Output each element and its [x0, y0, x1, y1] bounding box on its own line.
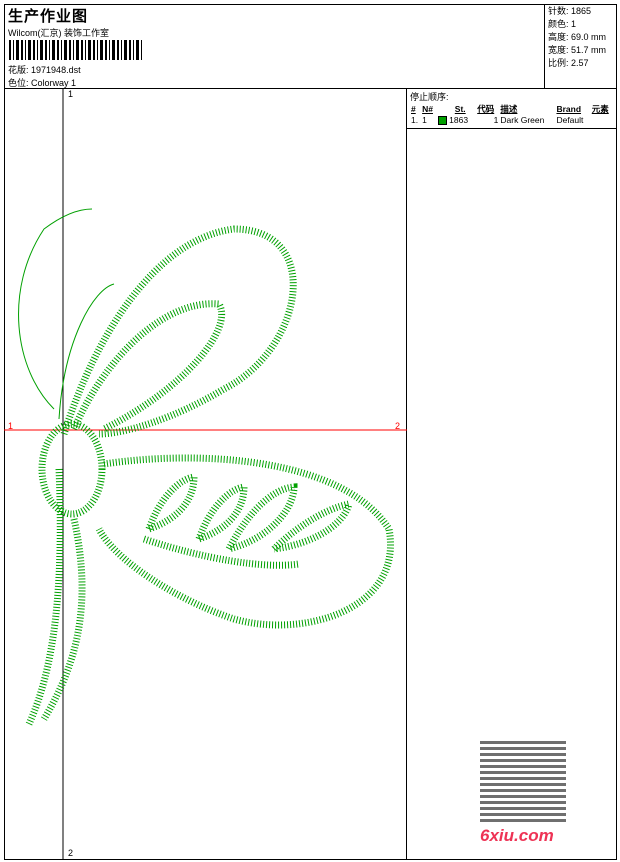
color-count: 颜色: 1 — [548, 19, 577, 29]
col-brand: Brand — [556, 104, 582, 114]
row-num: 1. — [411, 115, 419, 126]
col-code: 代码 — [477, 104, 495, 114]
stop-sequence: 停止顺序: # N# St. 代码 描述 Brand 元素 1. 1 1863 … — [407, 89, 617, 129]
embroidery-preview — [4, 89, 407, 860]
studio-name: Wilcom(汇京) 装饰工作室 — [8, 28, 109, 38]
page-title: 生产作业图 — [8, 8, 89, 25]
colorway-value: Colorway 1 — [31, 78, 77, 88]
design-scale: 比例: 2.57 — [548, 58, 589, 68]
col-num: # — [411, 104, 416, 114]
axis-label-left: 1 — [8, 421, 14, 431]
colorway: 色位: Colorway 1 — [8, 76, 76, 89]
header: 生产作业图 Wilcom(汇京) 装饰工作室 花版: 1971948.dst 色… — [4, 4, 617, 89]
design-label: 花版: — [8, 65, 29, 75]
col-desc: 描述 — [500, 104, 518, 114]
axis-label-bottom: 2 — [68, 848, 74, 858]
stop-sequence-table: # N# St. 代码 描述 Brand 元素 1. 1 1863 1 Dark… — [410, 103, 614, 126]
color-swatch — [437, 116, 447, 126]
axis-label-right: 2 — [395, 421, 401, 431]
row-code: 1 — [493, 115, 499, 126]
col-element: 元素 — [591, 104, 609, 114]
row-brand: Default — [556, 115, 584, 126]
barcode — [9, 40, 142, 60]
row-desc: Dark Green — [500, 115, 545, 126]
col-n: N# — [422, 104, 433, 114]
design-value: 1971948.dst — [31, 65, 81, 75]
design-canvas: 1 2 1 2 — [4, 89, 407, 860]
design-file: 花版: 1971948.dst — [8, 63, 81, 76]
stop-sequence-title: 停止顺序: — [410, 92, 449, 102]
row-st: 1863 — [437, 115, 476, 126]
design-width: 宽度: 51.7 mm — [548, 45, 607, 55]
axis-label-top: 1 — [68, 89, 74, 99]
row-element — [591, 115, 614, 125]
watermark-site: 6xiu.com — [480, 826, 554, 845]
watermark: 6xiu.com — [480, 738, 566, 846]
table-row: 1. 1 1863 1 Dark Green Default — [410, 115, 614, 126]
colorway-label: 色位: — [8, 78, 29, 88]
row-n: 1 — [422, 115, 427, 126]
design-info: 针数: 1865 颜色: 1 高度: 69.0 mm 宽度: 51.7 mm 比… — [544, 4, 617, 89]
design-height: 高度: 69.0 mm — [548, 32, 607, 42]
col-st: St. — [454, 104, 466, 114]
qr-code — [480, 738, 566, 822]
stitch-value: 1863 — [449, 115, 469, 125]
stitch-count: 针数: 1865 — [548, 6, 592, 16]
embroidery-stitches — [25, 225, 394, 726]
